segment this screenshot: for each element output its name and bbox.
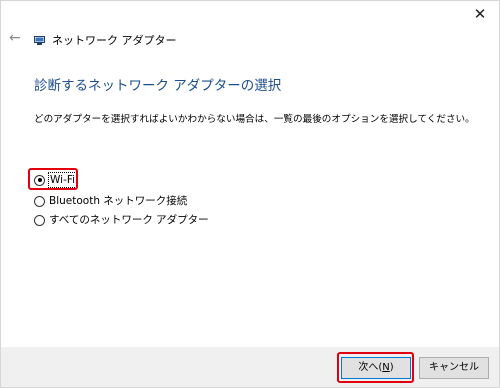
radio-option-all-adapters[interactable]: すべてのネットワーク アダプター <box>34 213 209 227</box>
radio-button[interactable] <box>34 214 45 226</box>
radio-label-bluetooth: Bluetooth ネットワーク接続 <box>49 195 188 207</box>
cancel-button[interactable]: キャンセル <box>419 357 489 379</box>
section-heading: 診断するネットワーク アダプターの選択 <box>34 78 282 94</box>
network-adapter-icon <box>34 36 45 45</box>
instruction-text: どのアダプターを選択すればよいかわからない場合は、一覧の最後のオプションを選択し… <box>34 114 475 125</box>
page-title: ネットワーク アダプター <box>52 34 177 47</box>
radio-label-all-adapters: すべてのネットワーク アダプター <box>49 214 209 226</box>
highlight-box-next <box>337 352 414 383</box>
dialog-window: ✕ ← ネットワーク アダプター 診断するネットワーク アダプターの選択 どのア… <box>0 0 500 388</box>
close-icon[interactable]: ✕ <box>471 5 489 23</box>
radio-button[interactable] <box>34 195 45 207</box>
highlight-box-wifi <box>28 168 78 190</box>
radio-option-bluetooth[interactable]: Bluetooth ネットワーク接続 <box>34 194 187 208</box>
back-arrow-icon[interactable]: ← <box>9 31 23 45</box>
